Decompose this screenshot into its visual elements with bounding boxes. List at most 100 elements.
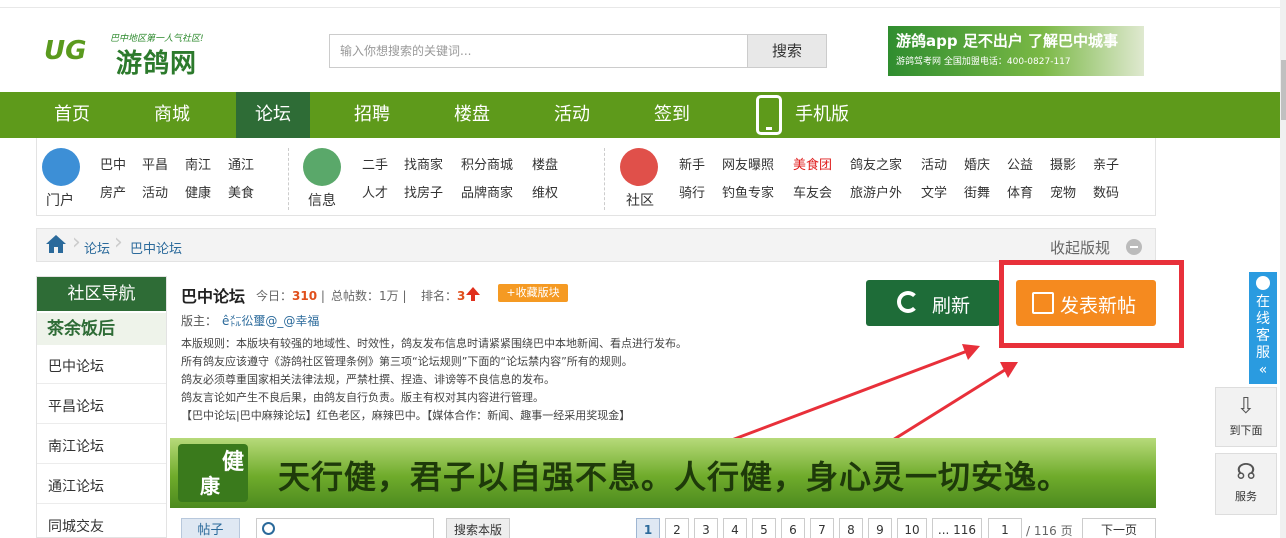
page-button[interactable]: 5: [752, 518, 776, 538]
online-service-tab[interactable]: 在线客服 «: [1249, 272, 1277, 384]
ad-headline: 游鸽app 足不出户 了解巴中城事: [896, 32, 1119, 50]
community-link[interactable]: 数码: [1093, 182, 1119, 201]
community-link[interactable]: 钓鱼专家: [722, 182, 774, 201]
sidebar-item-bazhong[interactable]: 巴中论坛: [48, 356, 104, 376]
page-button-last[interactable]: ... 116: [932, 518, 982, 538]
refresh-label: 刷新: [932, 295, 971, 317]
nav-checkin[interactable]: 签到: [636, 92, 708, 138]
community-link[interactable]: 宠物: [1050, 182, 1076, 201]
community-link[interactable]: 鸽友之家: [850, 154, 902, 173]
service-label: 服务: [1235, 490, 1257, 503]
page-button[interactable]: 9: [868, 518, 892, 538]
page-button-current[interactable]: 1: [636, 518, 660, 538]
info-label[interactable]: 信息: [308, 190, 336, 210]
refresh-button[interactable]: 刷新: [866, 280, 1000, 326]
community-link[interactable]: 体育: [1007, 182, 1033, 201]
portal-label[interactable]: 门户: [46, 190, 74, 210]
fold-rules-link[interactable]: 收起版规: [1050, 237, 1110, 258]
nav-mall[interactable]: 商城: [136, 92, 208, 138]
community-link[interactable]: 车友会: [793, 182, 832, 201]
portal-link[interactable]: 巴中: [100, 154, 126, 173]
page-button[interactable]: 6: [781, 518, 805, 538]
community-link[interactable]: 网友曝照: [722, 154, 774, 173]
info-link[interactable]: 找房子: [404, 182, 443, 201]
portal-link[interactable]: 健康: [185, 182, 211, 201]
portal-link[interactable]: 活动: [142, 182, 168, 201]
community-link[interactable]: 骑行: [679, 182, 705, 201]
rule-line: 鸽友言论如产生不良后果，由鸽友自行负责。版主有权对其内容进行管理。: [181, 391, 544, 404]
breadcrumb-forum[interactable]: 论坛: [84, 238, 110, 257]
portal-link[interactable]: 美食: [228, 182, 254, 201]
community-link[interactable]: 公益: [1007, 154, 1033, 173]
service-button[interactable]: ☊ 服务: [1215, 453, 1277, 515]
portal-link[interactable]: 房产: [100, 182, 126, 201]
community-link-highlight[interactable]: 美食团: [793, 154, 832, 173]
community-link[interactable]: 街舞: [964, 182, 990, 201]
nav-home[interactable]: 首页: [36, 92, 108, 138]
site-search-input[interactable]: 输入你想搜索的关键词...: [329, 34, 748, 68]
page-button[interactable]: 8: [839, 518, 863, 538]
info-link[interactable]: 人才: [362, 182, 388, 201]
favorite-board-button[interactable]: +收藏版块: [498, 284, 568, 302]
community-link[interactable]: 文学: [921, 182, 947, 201]
minus-circle-icon[interactable]: [1126, 239, 1142, 255]
community-link[interactable]: 旅游户外: [850, 182, 902, 201]
scroll-down-button[interactable]: ⇩ 到下面: [1215, 387, 1277, 447]
divider: [37, 463, 166, 464]
health-banner[interactable]: 健 康 天行健，君子以自强不息。人行健，身心灵一切安逸。: [170, 438, 1156, 508]
divider: [288, 148, 289, 210]
nav-forum[interactable]: 论坛: [236, 92, 310, 138]
community-link[interactable]: 新手: [679, 154, 705, 173]
portal-link[interactable]: 通江: [228, 154, 254, 173]
nav-jobs[interactable]: 招聘: [336, 92, 408, 138]
info-link[interactable]: 二手: [362, 154, 388, 173]
arrow-up-stem: [471, 294, 475, 301]
scroll-down-label: 到下面: [1229, 424, 1263, 437]
divider: [37, 503, 166, 504]
site-search-button[interactable]: 搜索: [748, 34, 827, 68]
home-icon[interactable]: [45, 234, 67, 254]
rule-line: 本版规则：本版块有较强的地域性、时效性，鸽友发布信息时请紧紧围绕巴中本地新闻、看…: [181, 337, 687, 350]
portal-link[interactable]: 南江: [185, 154, 211, 173]
community-link[interactable]: 摄影: [1050, 154, 1076, 173]
nav-events[interactable]: 活动: [536, 92, 608, 138]
nav-mobile[interactable]: 手机版: [790, 92, 854, 138]
breadcrumb-board[interactable]: 巴中论坛: [130, 238, 182, 257]
health-badge-top: 健: [222, 450, 245, 475]
info-link[interactable]: 品牌商家: [461, 182, 513, 201]
sidebar-item-dating[interactable]: 同城交友: [48, 516, 104, 536]
sidebar-item-tongjiang[interactable]: 通江论坛: [48, 476, 104, 496]
tab-posts[interactable]: 帖子: [181, 518, 240, 538]
total-count: 总帖数：1万 |: [331, 289, 407, 303]
next-page-button[interactable]: 下一页: [1082, 518, 1156, 538]
top-border: [0, 0, 1286, 8]
page-button[interactable]: 7: [810, 518, 834, 538]
page-button[interactable]: 3: [694, 518, 718, 538]
scrollbar-thumb[interactable]: [1281, 60, 1286, 120]
page-jump-input[interactable]: 1: [988, 518, 1022, 538]
sidebar-item-nanjiang[interactable]: 南江论坛: [48, 436, 104, 456]
nav-realestate[interactable]: 楼盘: [436, 92, 508, 138]
page-button[interactable]: 4: [723, 518, 747, 538]
board-search-button[interactable]: 搜索本版: [446, 518, 510, 538]
community-link[interactable]: 亲子: [1093, 154, 1119, 173]
info-link[interactable]: 维权: [532, 182, 558, 201]
breadcrumb: [36, 228, 1156, 262]
info-link[interactable]: 找商家: [404, 154, 443, 173]
sidebar-item-pingchang[interactable]: 平昌论坛: [48, 396, 104, 416]
sidebar-group[interactable]: 茶余饭后: [37, 313, 166, 345]
info-link[interactable]: 积分商城: [461, 154, 513, 173]
category-panel: [36, 138, 1156, 216]
page-button[interactable]: 2: [665, 518, 689, 538]
portal-link[interactable]: 平昌: [142, 154, 168, 173]
community-label[interactable]: 社区: [626, 190, 654, 210]
rule-line: 所有鸽友应该遵守《游鸽社区管理条例》第三项“论坛规则”下面的“论坛禁内容”所有的…: [181, 355, 633, 368]
page-button[interactable]: 10: [897, 518, 927, 538]
health-slogan: 天行健，君子以自强不息。人行健，身心灵一切安逸。: [278, 458, 1071, 496]
info-link[interactable]: 楼盘: [532, 154, 558, 173]
moderator-name[interactable]: ê㍍彸璽@_@幸福: [222, 312, 319, 329]
community-link[interactable]: 活动: [921, 154, 947, 173]
header-ad-banner[interactable]: 游鸽app 足不出户 了解巴中城事 游鸽驾考网 全国加盟电话：400-0827-…: [888, 26, 1144, 76]
community-link[interactable]: 婚庆: [964, 154, 990, 173]
board-search-input[interactable]: [256, 518, 434, 538]
